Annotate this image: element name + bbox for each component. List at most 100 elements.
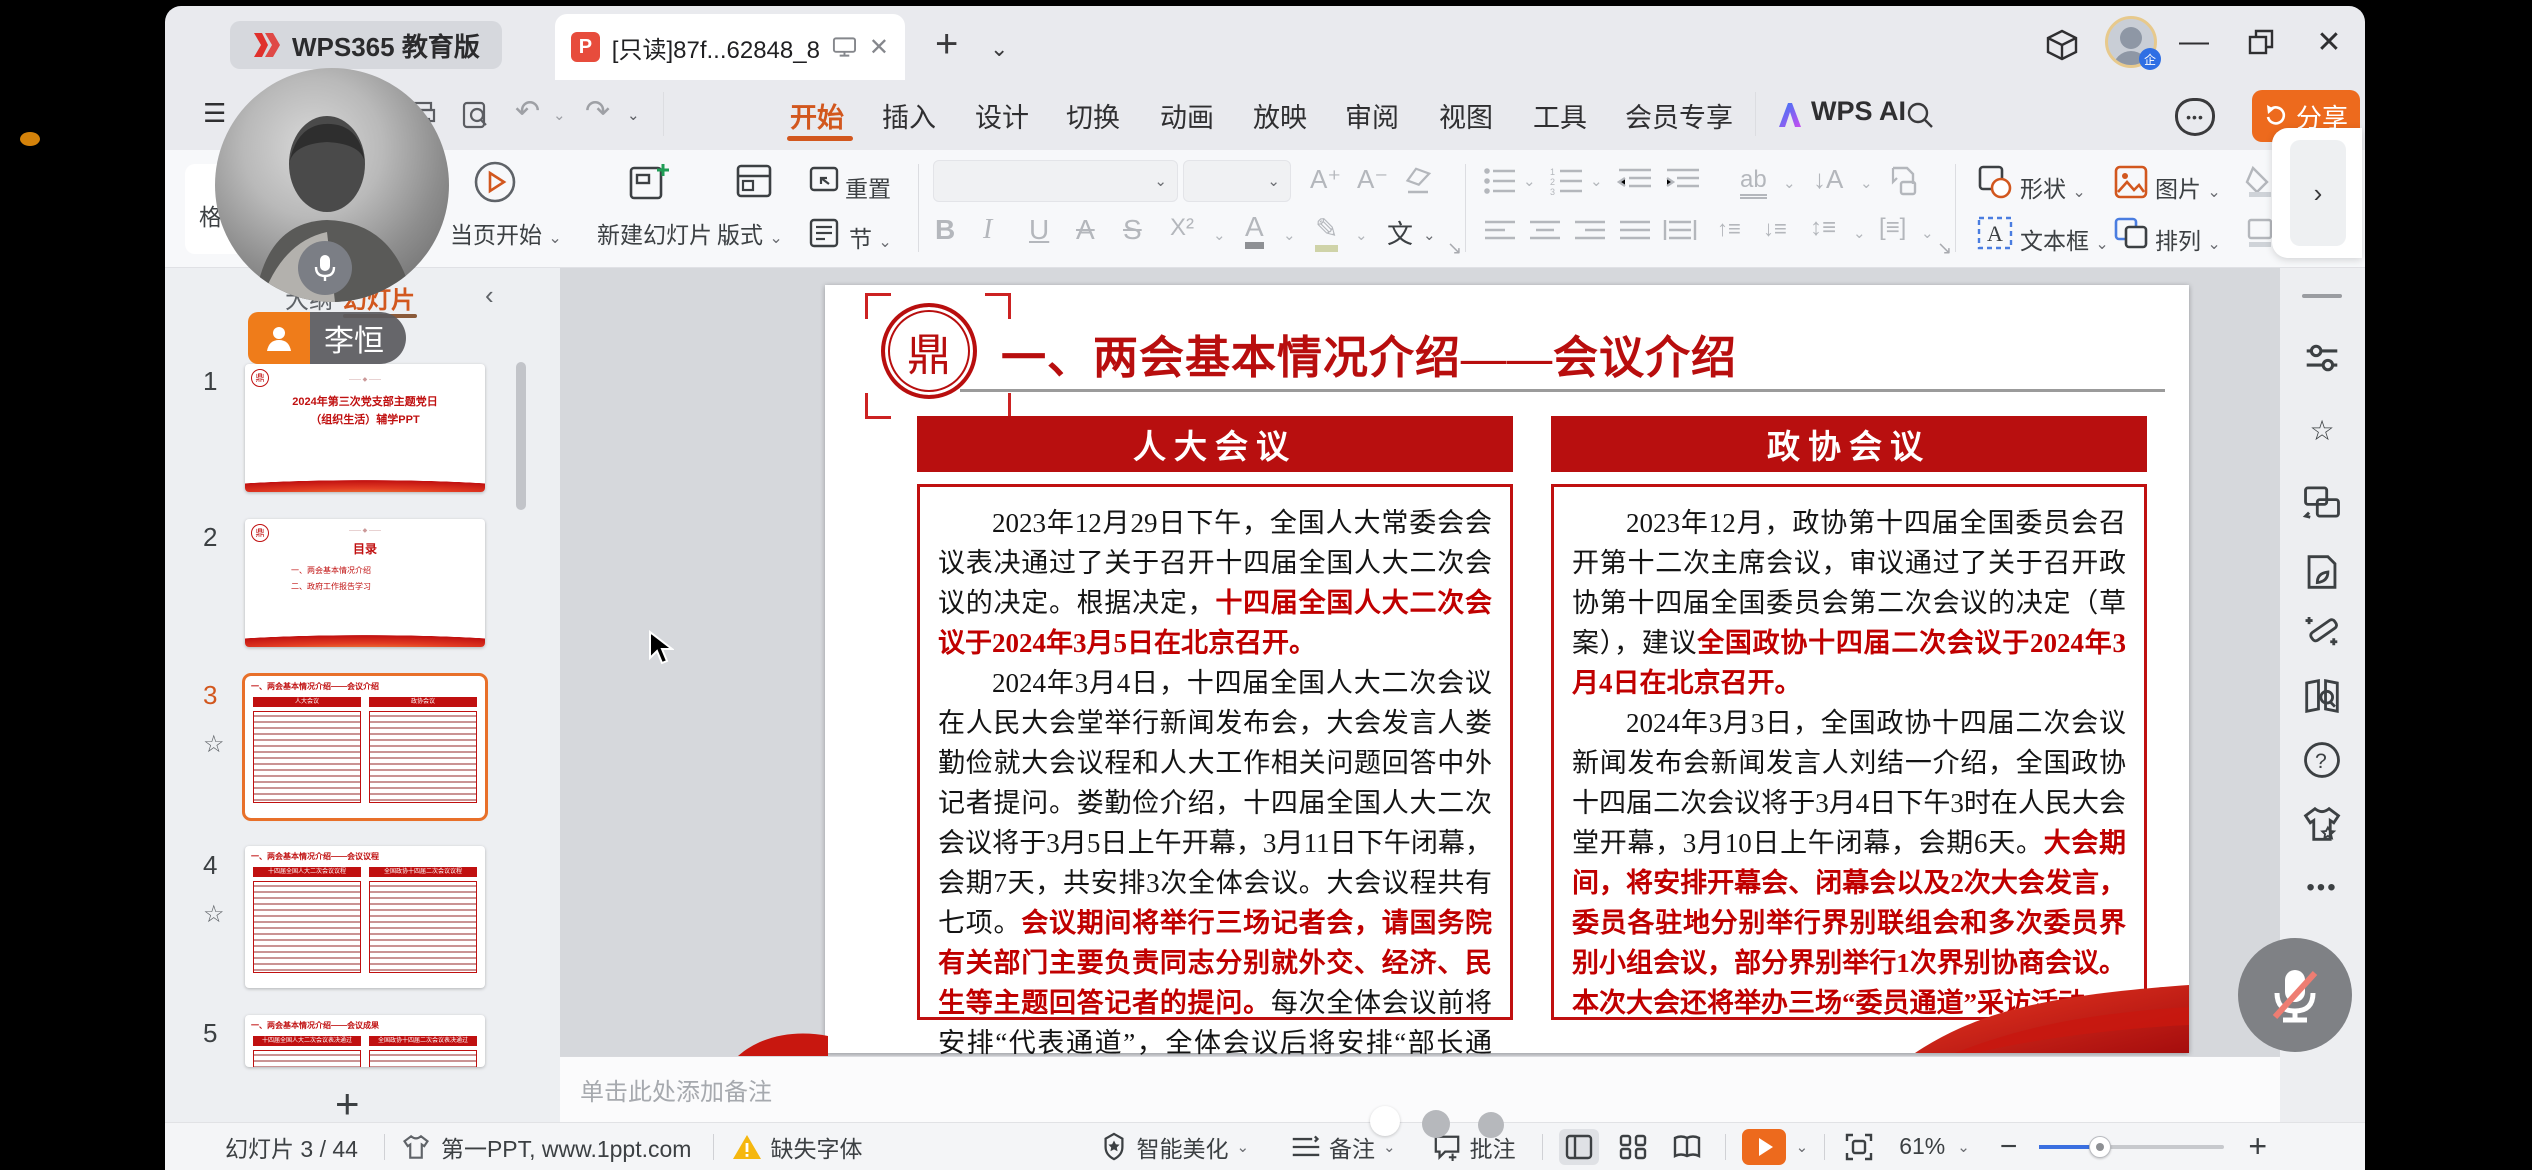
tab-animation[interactable]: 动画 bbox=[1160, 96, 1214, 135]
smart-beautify-button[interactable]: 智能美化 bbox=[1136, 1130, 1228, 1164]
sync-windows-icon[interactable] bbox=[2302, 482, 2342, 522]
bold-button[interactable]: B bbox=[935, 214, 955, 246]
home-tab[interactable]: WPS365 教育版 bbox=[230, 21, 502, 69]
picture-button[interactable]: 图片 ⌄ bbox=[2155, 170, 2221, 204]
zoom-slider-thumb[interactable] bbox=[2089, 1136, 2111, 1158]
move-down-button[interactable]: ↓≡ bbox=[1763, 216, 1787, 242]
paragraph-layout-button[interactable]: [≡] bbox=[1879, 214, 1906, 242]
font-color-button[interactable]: A bbox=[1245, 212, 1264, 249]
reset-button[interactable]: 重置 bbox=[845, 170, 891, 204]
slide-thumbnail-4[interactable]: 一、两会基本情况介绍——会议议程 十四届全国人大二次会议议程 全国政协十四届二次… bbox=[245, 846, 485, 988]
align-center-icon[interactable] bbox=[1528, 218, 1562, 244]
beautify-wand-icon[interactable] bbox=[2302, 610, 2342, 650]
undo-icon[interactable]: ↶ bbox=[515, 94, 540, 129]
selection-handle[interactable] bbox=[985, 293, 1011, 319]
close-window-button[interactable]: ✕ bbox=[2305, 18, 2353, 66]
phonetic-guide-button[interactable]: 文 bbox=[1387, 214, 1413, 251]
italic-button[interactable]: I bbox=[983, 214, 992, 246]
slideshow-play-button[interactable] bbox=[1742, 1129, 1786, 1165]
tab-slideshow[interactable]: 放映 bbox=[1253, 96, 1307, 135]
tab-wps-ai[interactable]: WPS AI bbox=[1811, 96, 1906, 127]
more-options-icon[interactable]: ••• bbox=[2302, 868, 2342, 908]
print-preview-icon[interactable] bbox=[461, 100, 491, 130]
help-icon[interactable]: ? bbox=[2302, 740, 2342, 780]
slide-thumbnail-5[interactable]: 一、两会基本情况介绍——会议成果 十四届全国人大二次会议表决通过 全国政协十四届… bbox=[245, 1015, 485, 1067]
slide-column-renda[interactable]: 人大会议 2023年12月29日下午，全国人大常委会会议表决通过了关于召开十四届… bbox=[917, 416, 1513, 1020]
minimize-button[interactable]: — bbox=[2170, 18, 2218, 66]
template-tshirt-icon[interactable] bbox=[401, 1133, 431, 1161]
clear-format-icon[interactable] bbox=[1403, 166, 1433, 196]
line-spacing-button[interactable]: ↕≡ bbox=[1810, 214, 1836, 242]
char-shading-button[interactable]: ab bbox=[1740, 166, 1767, 199]
notes-icon[interactable] bbox=[1291, 1134, 1321, 1160]
tab-transition[interactable]: 切换 bbox=[1066, 96, 1120, 135]
column-body-renda[interactable]: 2023年12月29日下午，全国人大常委会会议表决通过了关于召开十四届全国人大二… bbox=[917, 484, 1513, 1020]
ribbon-expand-button[interactable]: › bbox=[2290, 140, 2346, 246]
normal-view-button[interactable] bbox=[1559, 1129, 1599, 1165]
tab-home[interactable]: 开始 bbox=[790, 96, 844, 135]
char-shading-chevron-icon[interactable]: ⌄ bbox=[1783, 174, 1796, 192]
3d-cube-icon[interactable] bbox=[2045, 28, 2079, 62]
undo-chevron-icon[interactable]: ⌄ bbox=[553, 106, 566, 124]
notes-chevron-icon[interactable]: ⌄ bbox=[1383, 1138, 1396, 1156]
start-from-page-button[interactable]: 当页开始 ⌄ bbox=[450, 216, 562, 250]
search-icon[interactable] bbox=[1905, 100, 1935, 130]
beautify-chevron-icon[interactable]: ⌄ bbox=[1236, 1138, 1249, 1156]
font-dialog-launcher-icon[interactable]: ↘ bbox=[1447, 238, 1462, 259]
proofread-book-icon[interactable] bbox=[2302, 676, 2342, 716]
present-screen-icon[interactable] bbox=[832, 35, 857, 59]
tab-member[interactable]: 会员专享 bbox=[1625, 96, 1733, 135]
decrease-font-button[interactable]: A⁻ bbox=[1357, 164, 1388, 195]
paragraph-dialog-launcher-icon[interactable]: ↘ bbox=[1937, 238, 1952, 259]
char-spacing-button[interactable]: A bbox=[1076, 214, 1095, 246]
selection-handle[interactable] bbox=[865, 293, 891, 319]
selection-handle[interactable] bbox=[865, 393, 891, 419]
collapse-panel-icon[interactable]: ‹ bbox=[485, 280, 494, 311]
underline-button[interactable]: U bbox=[1029, 214, 1049, 246]
restore-button[interactable] bbox=[2237, 18, 2285, 66]
beautify-icon[interactable] bbox=[1100, 1132, 1128, 1162]
play-options-chevron-icon[interactable]: ⌄ bbox=[1796, 1138, 1809, 1156]
tab-insert[interactable]: 插入 bbox=[882, 96, 936, 135]
tab-design[interactable]: 设计 bbox=[975, 96, 1029, 135]
effects-star-icon[interactable]: ☆ bbox=[2302, 410, 2342, 450]
notes-toggle-button[interactable]: 备注 bbox=[1329, 1130, 1375, 1164]
move-up-button[interactable]: ↑≡ bbox=[1717, 216, 1741, 242]
tab-view[interactable]: 视图 bbox=[1439, 96, 1493, 135]
font-name-select[interactable]: ⌄ bbox=[933, 160, 1178, 202]
zoom-level[interactable]: 61% bbox=[1899, 1133, 1945, 1160]
increase-indent-icon[interactable] bbox=[1665, 166, 1701, 196]
slide-thumbnail-3-selected[interactable]: 一、两会基本情况介绍——会议介绍 人大会议 政协会议 bbox=[245, 676, 485, 818]
tab-review[interactable]: 审阅 bbox=[1345, 96, 1399, 135]
font-color-chevron-icon[interactable]: ⌄ bbox=[1283, 226, 1296, 244]
close-tab-icon[interactable]: ✕ bbox=[869, 33, 889, 62]
play-from-page-icon[interactable] bbox=[473, 160, 517, 204]
add-slide-button[interactable]: + bbox=[335, 1080, 360, 1128]
distribute-icon[interactable] bbox=[1663, 218, 1697, 244]
line-spacing-chevron-icon[interactable]: ⌄ bbox=[1853, 224, 1866, 242]
slide-thumbnail-2[interactable]: 鼎 —— ◆ —— 目录 一、两会基本情况介绍 二、政府工作报告学习 bbox=[245, 519, 485, 647]
new-slide-icon[interactable] bbox=[627, 160, 671, 204]
tab-list-chevron-icon[interactable]: ⌄ bbox=[990, 36, 1008, 62]
shape-icon[interactable] bbox=[1977, 164, 2013, 200]
slide-title[interactable]: 一、两会基本情况介绍——会议介绍 bbox=[1001, 321, 1737, 386]
slide-thumbnail-1[interactable]: 鼎 —— ◆ —— 2024年第三次党支部主题党日 （组织生活）辅学PPT bbox=[245, 364, 485, 492]
settings-sliders-icon[interactable] bbox=[2302, 338, 2342, 378]
reset-icon[interactable] bbox=[807, 164, 841, 198]
zoom-in-button[interactable]: + bbox=[2248, 1128, 2267, 1165]
bullet-list-chevron-icon[interactable]: ⌄ bbox=[1523, 172, 1536, 190]
strikethrough-button[interactable]: S bbox=[1123, 214, 1142, 246]
increase-font-button[interactable]: A⁺ bbox=[1310, 164, 1341, 195]
phonetic-chevron-icon[interactable]: ⌄ bbox=[1423, 226, 1436, 244]
decrease-indent-icon[interactable] bbox=[1617, 166, 1653, 196]
superscript-button[interactable]: X² bbox=[1170, 214, 1194, 242]
participant-mic-icon[interactable] bbox=[298, 241, 352, 295]
section-icon[interactable] bbox=[807, 216, 841, 250]
school-emblem[interactable]: 鼎 bbox=[881, 303, 977, 399]
text-direction-chevron-icon[interactable]: ⌄ bbox=[1860, 174, 1873, 192]
numbered-list-chevron-icon[interactable]: ⌄ bbox=[1590, 172, 1603, 190]
arrange-button[interactable]: 排列 ⌄ bbox=[2155, 222, 2221, 256]
paragraph-layout-chevron-icon[interactable]: ⌄ bbox=[1921, 224, 1934, 242]
align-left-icon[interactable] bbox=[1483, 218, 1517, 244]
fit-slide-icon[interactable] bbox=[1845, 1133, 1873, 1161]
